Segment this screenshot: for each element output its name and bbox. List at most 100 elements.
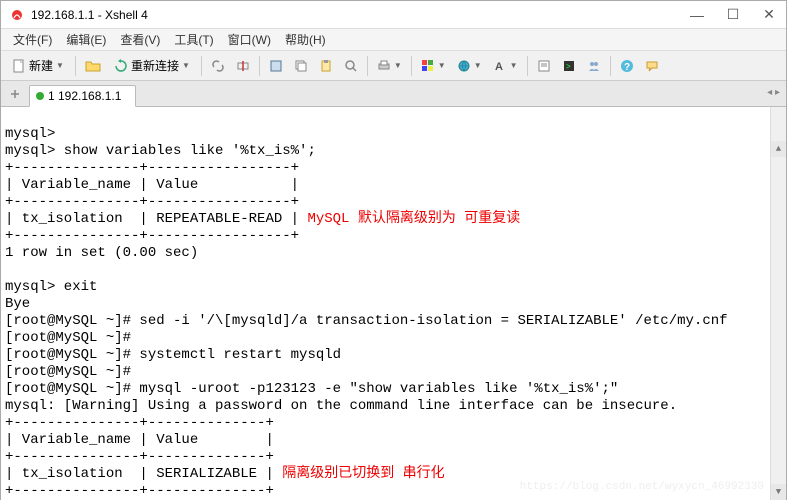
link-button[interactable] [206,54,230,78]
chevron-down-icon: ▼ [394,61,402,70]
toolbar-separator [367,56,368,76]
help-icon: ? [620,59,634,73]
maximize-button[interactable]: ☐ [724,6,742,24]
minimize-button[interactable]: — [688,6,706,24]
terminal-button[interactable]: > [557,54,581,78]
copy-button[interactable] [289,54,313,78]
menu-window[interactable]: 窗口(W) [222,29,277,50]
toolbar-separator [610,56,611,76]
plus-icon [9,88,21,100]
toolbar-separator [259,56,260,76]
paste-icon [319,59,333,73]
menu-tools[interactable]: 工具(T) [168,29,219,50]
menu-file[interactable]: 文件(F) [7,29,58,50]
toolbar-separator [527,56,528,76]
term-line: [root@MySQL ~]# sed -i '/\[mysqld]/a tra… [5,313,728,329]
reconnect-button[interactable]: 重新连接▼ [107,54,197,78]
menu-help[interactable]: 帮助(H) [279,29,332,50]
close-button[interactable]: ✕ [760,6,778,24]
find-button[interactable] [339,54,363,78]
session-tab[interactable]: 1 192.168.1.1 [29,85,136,107]
svg-text:?: ? [624,62,630,73]
scroll-up-icon[interactable]: ▲ [771,141,786,157]
term-line: +---------------+--------------+ [5,449,274,465]
new-label: 新建 [29,57,53,74]
open-button[interactable] [80,54,106,78]
copy-icon [294,59,308,73]
scrollbar[interactable]: ▲ ▼ [770,107,786,500]
globe-icon [457,59,471,73]
term-line: [root@MySQL ~]# [5,364,131,380]
tab-bar: 1 192.168.1.1 ◂ ▸ [1,81,786,107]
reconnect-label: 重新连接 [131,57,179,74]
app-icon [9,7,25,23]
title-bar: 192.168.1.1 - Xshell 4 — ☐ ✕ [1,1,786,29]
window-controls: — ☐ ✕ [688,6,778,24]
term-line: +---------------+--------------+ [5,483,274,499]
new-file-icon [12,59,26,73]
term-line: 1 row in set (0.00 sec) [5,245,198,261]
toolbar-separator [75,56,76,76]
font-button[interactable]: A▼ [488,54,523,78]
reconnect-icon [114,59,128,73]
properties-button[interactable] [264,54,288,78]
watermark: https://blog.csdn.net/wyxycn_46992330 [520,479,764,496]
menu-edit[interactable]: 编辑(E) [60,29,112,50]
chevron-down-icon: ▼ [474,61,482,70]
terminal-icon: > [562,59,576,73]
chat-icon [645,59,659,73]
palette-icon [421,59,435,73]
folder-icon [85,59,101,73]
print-button[interactable]: ▼ [372,54,407,78]
term-line: [root@MySQL ~]# systemctl restart mysqld [5,347,341,363]
script-button[interactable] [532,54,556,78]
svg-text:A: A [495,61,503,73]
color-button[interactable]: ▼ [416,54,451,78]
link-icon [211,59,225,73]
users-button[interactable] [582,54,606,78]
term-line: mysql> [5,126,55,142]
paste-button[interactable] [314,54,338,78]
chevron-down-icon: ▼ [182,61,190,70]
help-button[interactable]: ? [615,54,639,78]
search-icon [344,59,358,73]
term-line: [root@MySQL ~]# [5,330,131,346]
tab-overflow-button[interactable]: ◂ ▸ [767,87,780,98]
terminal-output[interactable]: mysql> mysql> show variables like '%tx_i… [1,107,786,500]
tab-label: 1 192.168.1.1 [48,89,121,103]
term-line: mysql> exit [5,279,97,295]
term-line: +---------------+--------------+ [5,415,274,431]
term-line: mysql: [Warning] Using a password on the… [5,398,677,414]
add-tab-button[interactable] [5,84,25,104]
chevron-down-icon: ▼ [438,61,446,70]
disconnect-button[interactable] [231,54,255,78]
annotation: 隔离级别已切换到 串行化 [282,466,444,482]
toolbar: 新建▼ 重新连接▼ ▼ ▼ ▼ A▼ > ? [1,51,786,81]
toolbar-separator [201,56,202,76]
term-line: [root@MySQL ~]# mysql -uroot -p123123 -e… [5,381,618,397]
annotation: MySQL 默认隔离级别为 可重复读 [307,211,520,227]
menu-view[interactable]: 查看(V) [114,29,166,50]
menu-bar: 文件(F) 编辑(E) 查看(V) 工具(T) 窗口(W) 帮助(H) [1,29,786,51]
scroll-down-icon[interactable]: ▼ [771,484,786,500]
term-line: | tx_isolation | REPEATABLE-READ | [5,211,307,227]
toolbar-separator [411,56,412,76]
term-line: | Variable_name | Value | [5,177,299,193]
term-line: | Variable_name | Value | [5,432,274,448]
chat-button[interactable] [640,54,664,78]
web-button[interactable]: ▼ [452,54,487,78]
new-button[interactable]: 新建▼ [5,54,71,78]
term-line: +---------------+-----------------+ [5,160,299,176]
chevron-down-icon: ▼ [56,61,64,70]
properties-icon [269,59,283,73]
term-line: Bye [5,296,30,312]
window-title: 192.168.1.1 - Xshell 4 [31,8,688,22]
term-line: mysql> show variables like '%tx_is%'; [5,143,316,159]
term-line: | tx_isolation | SERIALIZABLE | [5,466,282,482]
chevron-down-icon: ▼ [510,61,518,70]
svg-text:>: > [566,62,571,71]
print-icon [377,59,391,73]
script-icon [537,59,551,73]
font-icon: A [493,59,507,73]
status-dot-icon [36,92,44,100]
